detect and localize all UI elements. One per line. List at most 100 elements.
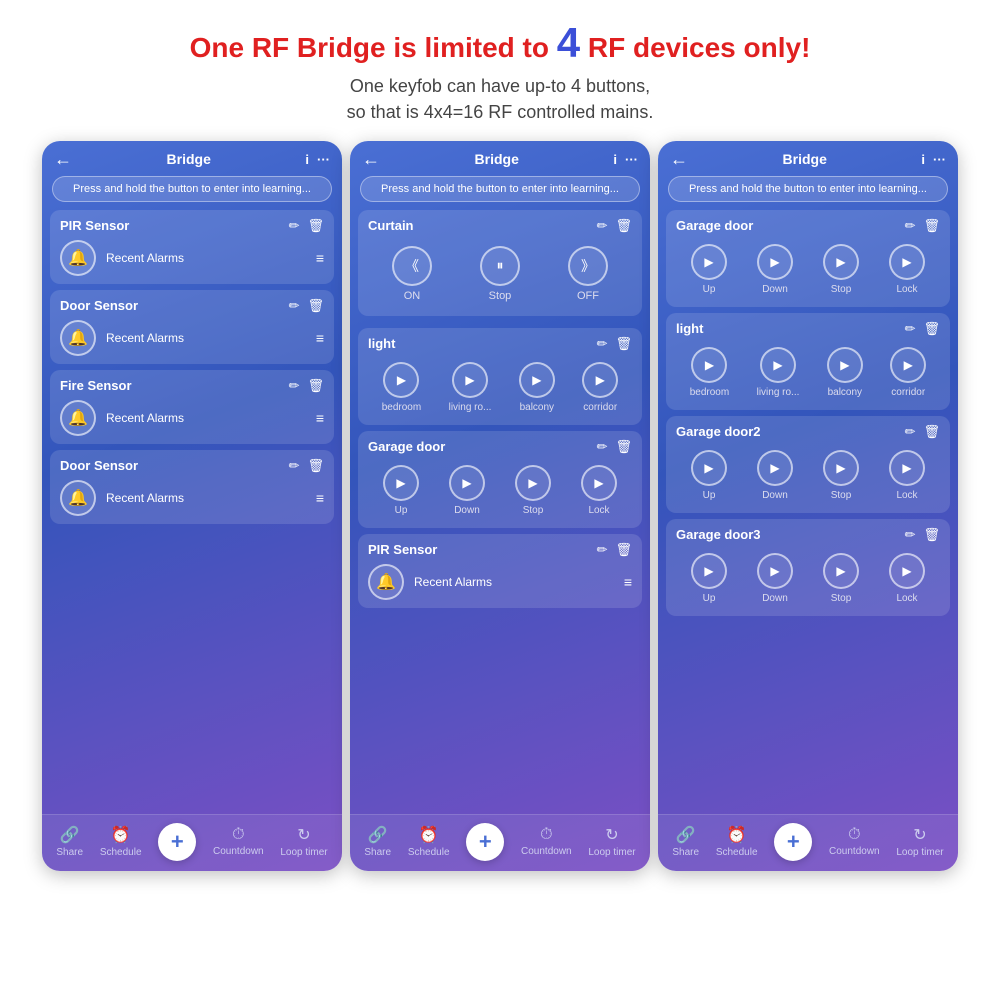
back-button-1[interactable]: ←	[54, 149, 72, 170]
garage-down-button-3c[interactable]: ▶	[757, 553, 793, 589]
door1-bell-button[interactable]: 🔔	[60, 320, 96, 356]
footer-loop-2[interactable]: ↻ Loop timer	[588, 825, 635, 858]
garage-stop-button-3a[interactable]: ▶	[823, 244, 859, 280]
garage-delete-icon-3c[interactable]: 🗑	[923, 527, 940, 543]
footer-share-1[interactable]: 🔗 Share	[56, 825, 83, 858]
light-card-3: light ✏ 🗑 ▶ bedroom ▶ living	[666, 313, 950, 410]
learn-button-3[interactable]: Press and hold the button to enter into …	[668, 176, 948, 202]
info-icon-2[interactable]: i	[613, 152, 617, 167]
light-balcony-label-3: balcony	[828, 387, 862, 398]
curtain-edit-icon[interactable]: ✏	[597, 218, 608, 234]
garage-edit-icon-3b[interactable]: ✏	[905, 424, 916, 440]
garage-up-button-3c[interactable]: ▶	[691, 553, 727, 589]
fire-list-icon[interactable]: ≡	[316, 410, 324, 426]
footer-schedule-3[interactable]: ⏰ Schedule	[716, 825, 758, 858]
garage-lock-button-3a[interactable]: ▶	[889, 244, 925, 280]
light-bedroom-button-3[interactable]: ▶	[691, 347, 727, 383]
footer-countdown-2[interactable]: ⏱ Countdown	[521, 826, 572, 857]
garage-down-label-3c: Down	[762, 593, 788, 604]
info-icon-3[interactable]: i	[921, 152, 925, 167]
curtain-stop-button[interactable]: ⏸	[480, 246, 520, 286]
light-living-button-2[interactable]: ▶	[452, 362, 488, 398]
light-corridor-button-3[interactable]: ▶	[890, 347, 926, 383]
garage-up-button-2[interactable]: ▶	[383, 465, 419, 501]
door2-delete-icon[interactable]: 🗑	[307, 458, 324, 474]
pir-delete-icon[interactable]: 🗑	[307, 218, 324, 234]
garage-down-button-3b[interactable]: ▶	[757, 450, 793, 486]
garage-stop-button-3b[interactable]: ▶	[823, 450, 859, 486]
phone-header-3: ← Bridge i ···	[658, 141, 958, 176]
footer-share-3[interactable]: 🔗 Share	[672, 825, 699, 858]
pir-bell-button-2[interactable]: 🔔	[368, 564, 404, 600]
back-button-3[interactable]: ←	[670, 149, 688, 170]
light-bedroom-button-2[interactable]: ▶	[383, 362, 419, 398]
door1-list-icon[interactable]: ≡	[316, 330, 324, 346]
footer-countdown-1[interactable]: ⏱ Countdown	[213, 826, 264, 857]
learn-button-1[interactable]: Press and hold the button to enter into …	[52, 176, 332, 202]
garage-up-button-3a[interactable]: ▶	[691, 244, 727, 280]
light-delete-icon-2[interactable]: 🗑	[615, 336, 632, 352]
back-button-2[interactable]: ←	[362, 149, 380, 170]
garage-lock-button-2[interactable]: ▶	[581, 465, 617, 501]
light-living-button-3[interactable]: ▶	[760, 347, 796, 383]
light-edit-icon-3[interactable]: ✏	[905, 321, 916, 337]
garage-delete-icon-3b[interactable]: 🗑	[923, 424, 940, 440]
garage-delete-icon-2[interactable]: 🗑	[615, 439, 632, 455]
pir-delete-icon-2[interactable]: 🗑	[615, 542, 632, 558]
garage-down-button-3a[interactable]: ▶	[757, 244, 793, 280]
phone-footer-1: 🔗 Share ⏰ Schedule + ⏱ Countdown ↻ Loop …	[42, 814, 342, 871]
fire-delete-icon[interactable]: 🗑	[307, 378, 324, 394]
curtain-off-button[interactable]: 》	[568, 246, 608, 286]
pir-list-icon-2[interactable]: ≡	[624, 574, 632, 590]
footer-schedule-1[interactable]: ⏰ Schedule	[100, 825, 142, 858]
light-delete-icon-3[interactable]: 🗑	[923, 321, 940, 337]
garage-down-group-3b: ▶ Down	[757, 450, 793, 501]
garage-lock-button-3c[interactable]: ▶	[889, 553, 925, 589]
more-icon-3[interactable]: ···	[933, 152, 946, 167]
curtain-delete-icon[interactable]: 🗑	[615, 218, 632, 234]
garage-edit-icon-2[interactable]: ✏	[597, 439, 608, 455]
pir-bell-button[interactable]: 🔔	[60, 240, 96, 276]
footer-share-2[interactable]: 🔗 Share	[364, 825, 391, 858]
garage-edit-icon-3c[interactable]: ✏	[905, 527, 916, 543]
curtain-on-button[interactable]: 《	[392, 246, 432, 286]
more-icon-2[interactable]: ···	[625, 152, 638, 167]
light-corridor-button-2[interactable]: ▶	[582, 362, 618, 398]
fire-edit-icon[interactable]: ✏	[289, 378, 300, 394]
footer-plus-1[interactable]: +	[158, 823, 196, 861]
light-balcony-button-2[interactable]: ▶	[519, 362, 555, 398]
pir-list-icon[interactable]: ≡	[316, 250, 324, 266]
door2-list-icon[interactable]: ≡	[316, 490, 324, 506]
fire-bell-button[interactable]: 🔔	[60, 400, 96, 436]
garage-stop-button-2[interactable]: ▶	[515, 465, 551, 501]
footer-loop-1[interactable]: ↻ Loop timer	[280, 825, 327, 858]
garage-lock-button-3b[interactable]: ▶	[889, 450, 925, 486]
pir-edit-icon-2[interactable]: ✏	[597, 542, 608, 558]
garage-delete-icon-3a[interactable]: 🗑	[923, 218, 940, 234]
garage-lock-label-3c: Lock	[896, 593, 917, 604]
garage-card-3c: Garage door3 ✏ 🗑 ▶ Up ▶ Down	[666, 519, 950, 616]
countdown-label-3: Countdown	[829, 846, 880, 857]
door2-bell-button[interactable]: 🔔	[60, 480, 96, 516]
footer-plus-3[interactable]: +	[774, 823, 812, 861]
footer-countdown-3[interactable]: ⏱ Countdown	[829, 826, 880, 857]
light-edit-icon-2[interactable]: ✏	[597, 336, 608, 352]
learn-button-2[interactable]: Press and hold the button to enter into …	[360, 176, 640, 202]
garage-stop-button-3c[interactable]: ▶	[823, 553, 859, 589]
info-icon-1[interactable]: i	[305, 152, 309, 167]
garage-down-label-3b: Down	[762, 490, 788, 501]
garage-card-3a-icons: ✏ 🗑	[905, 218, 940, 234]
fire-card-icons: ✏ 🗑	[289, 378, 324, 394]
door2-edit-icon[interactable]: ✏	[289, 458, 300, 474]
garage-edit-icon-3a[interactable]: ✏	[905, 218, 916, 234]
light-balcony-button-3[interactable]: ▶	[827, 347, 863, 383]
garage-up-button-3b[interactable]: ▶	[691, 450, 727, 486]
footer-plus-2[interactable]: +	[466, 823, 504, 861]
footer-schedule-2[interactable]: ⏰ Schedule	[408, 825, 450, 858]
door1-delete-icon[interactable]: 🗑	[307, 298, 324, 314]
footer-loop-3[interactable]: ↻ Loop timer	[896, 825, 943, 858]
pir-edit-icon[interactable]: ✏	[289, 218, 300, 234]
more-icon-1[interactable]: ···	[317, 152, 330, 167]
door1-edit-icon[interactable]: ✏	[289, 298, 300, 314]
garage-down-button-2[interactable]: ▶	[449, 465, 485, 501]
